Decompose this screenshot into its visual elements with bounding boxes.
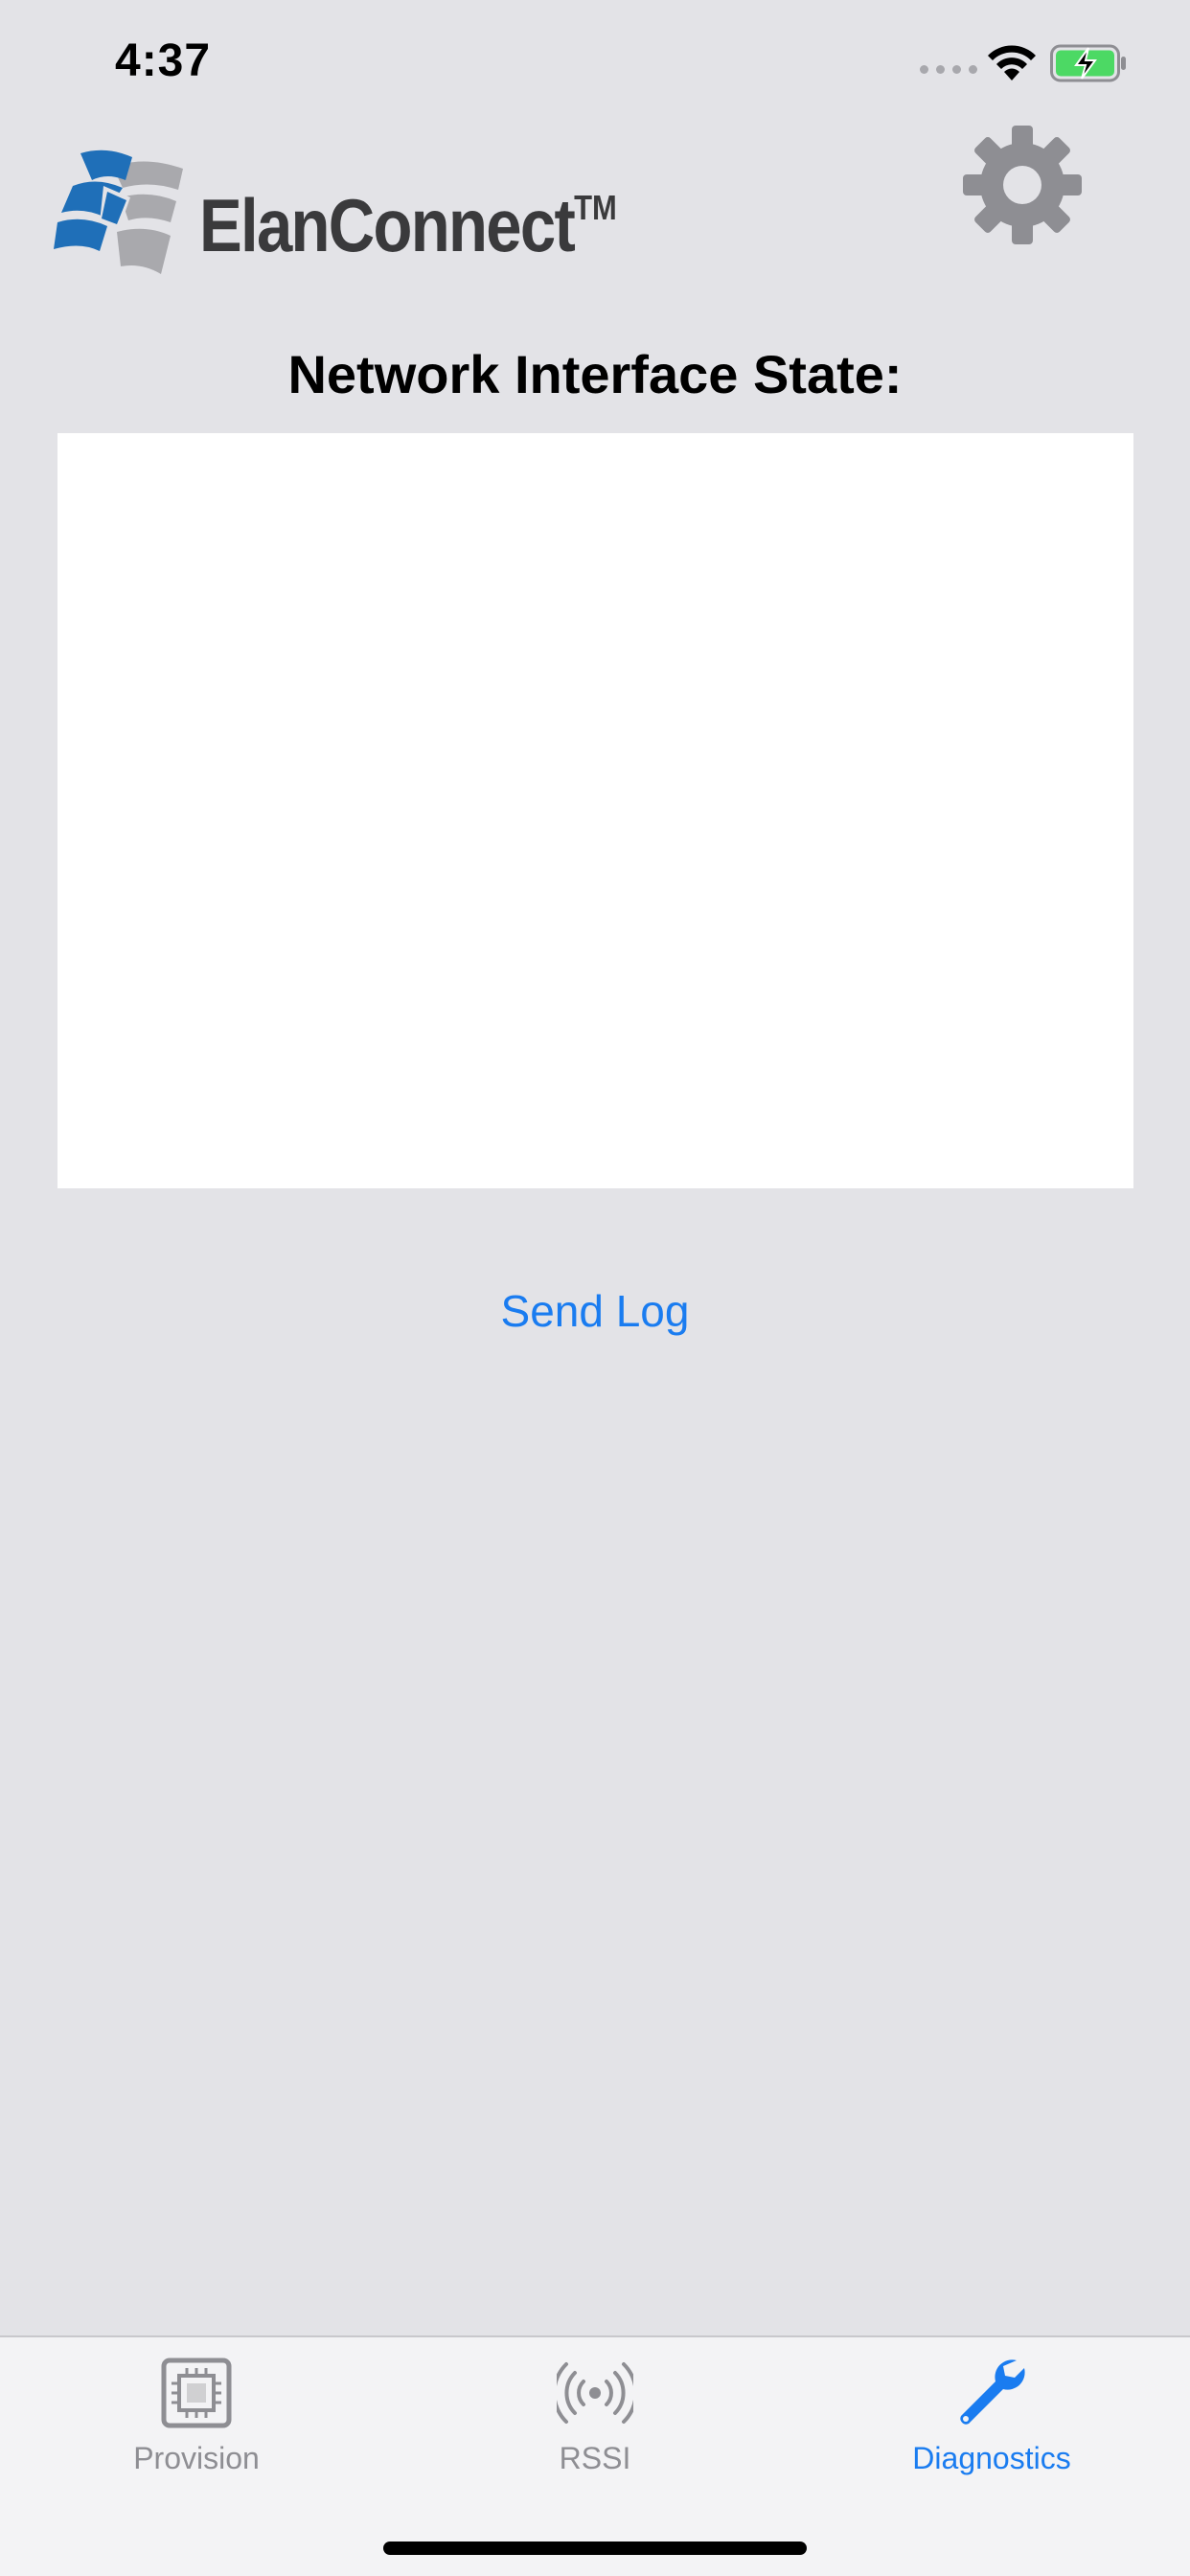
gear-icon[interactable] [962, 125, 1083, 245]
status-bar: 4:37 [0, 0, 1190, 126]
tab-rssi[interactable]: RSSI [470, 2355, 720, 2489]
chip-icon [161, 2358, 232, 2428]
battery-charging-icon [1050, 44, 1126, 82]
tab-diagnostics[interactable]: Diagnostics [867, 2355, 1116, 2489]
diagnostics-screen: 4:37 ElanConnectTM Network Interface Sta… [0, 0, 1190, 2576]
status-time: 4:37 [115, 35, 212, 86]
elan-logo: ElanConnectTM [54, 148, 629, 282]
tab-label: RSSI [559, 2441, 631, 2475]
cellular-signal-icon [920, 65, 977, 74]
logo-trademark: TM [574, 188, 617, 227]
tab-provision[interactable]: Provision [72, 2355, 321, 2489]
wifi-icon [988, 45, 1036, 80]
network-state-log[interactable] [57, 433, 1133, 1188]
section-title: Network Interface State: [287, 344, 903, 404]
elan-logo-icon [54, 150, 183, 274]
tab-bar: Provision RSSI Diagnostics [0, 2335, 1190, 2576]
home-indicator[interactable] [383, 2542, 807, 2555]
logo-text: ElanConnect [199, 183, 576, 267]
signal-broadcast-icon [557, 2362, 633, 2424]
logo-wordmark: ElanConnectTM [199, 182, 617, 269]
wrench-icon [960, 2359, 1025, 2425]
send-log-button[interactable]: Send Log [451, 1280, 739, 1342]
tab-label: Provision [133, 2441, 260, 2475]
tab-label: Diagnostics [912, 2441, 1071, 2475]
